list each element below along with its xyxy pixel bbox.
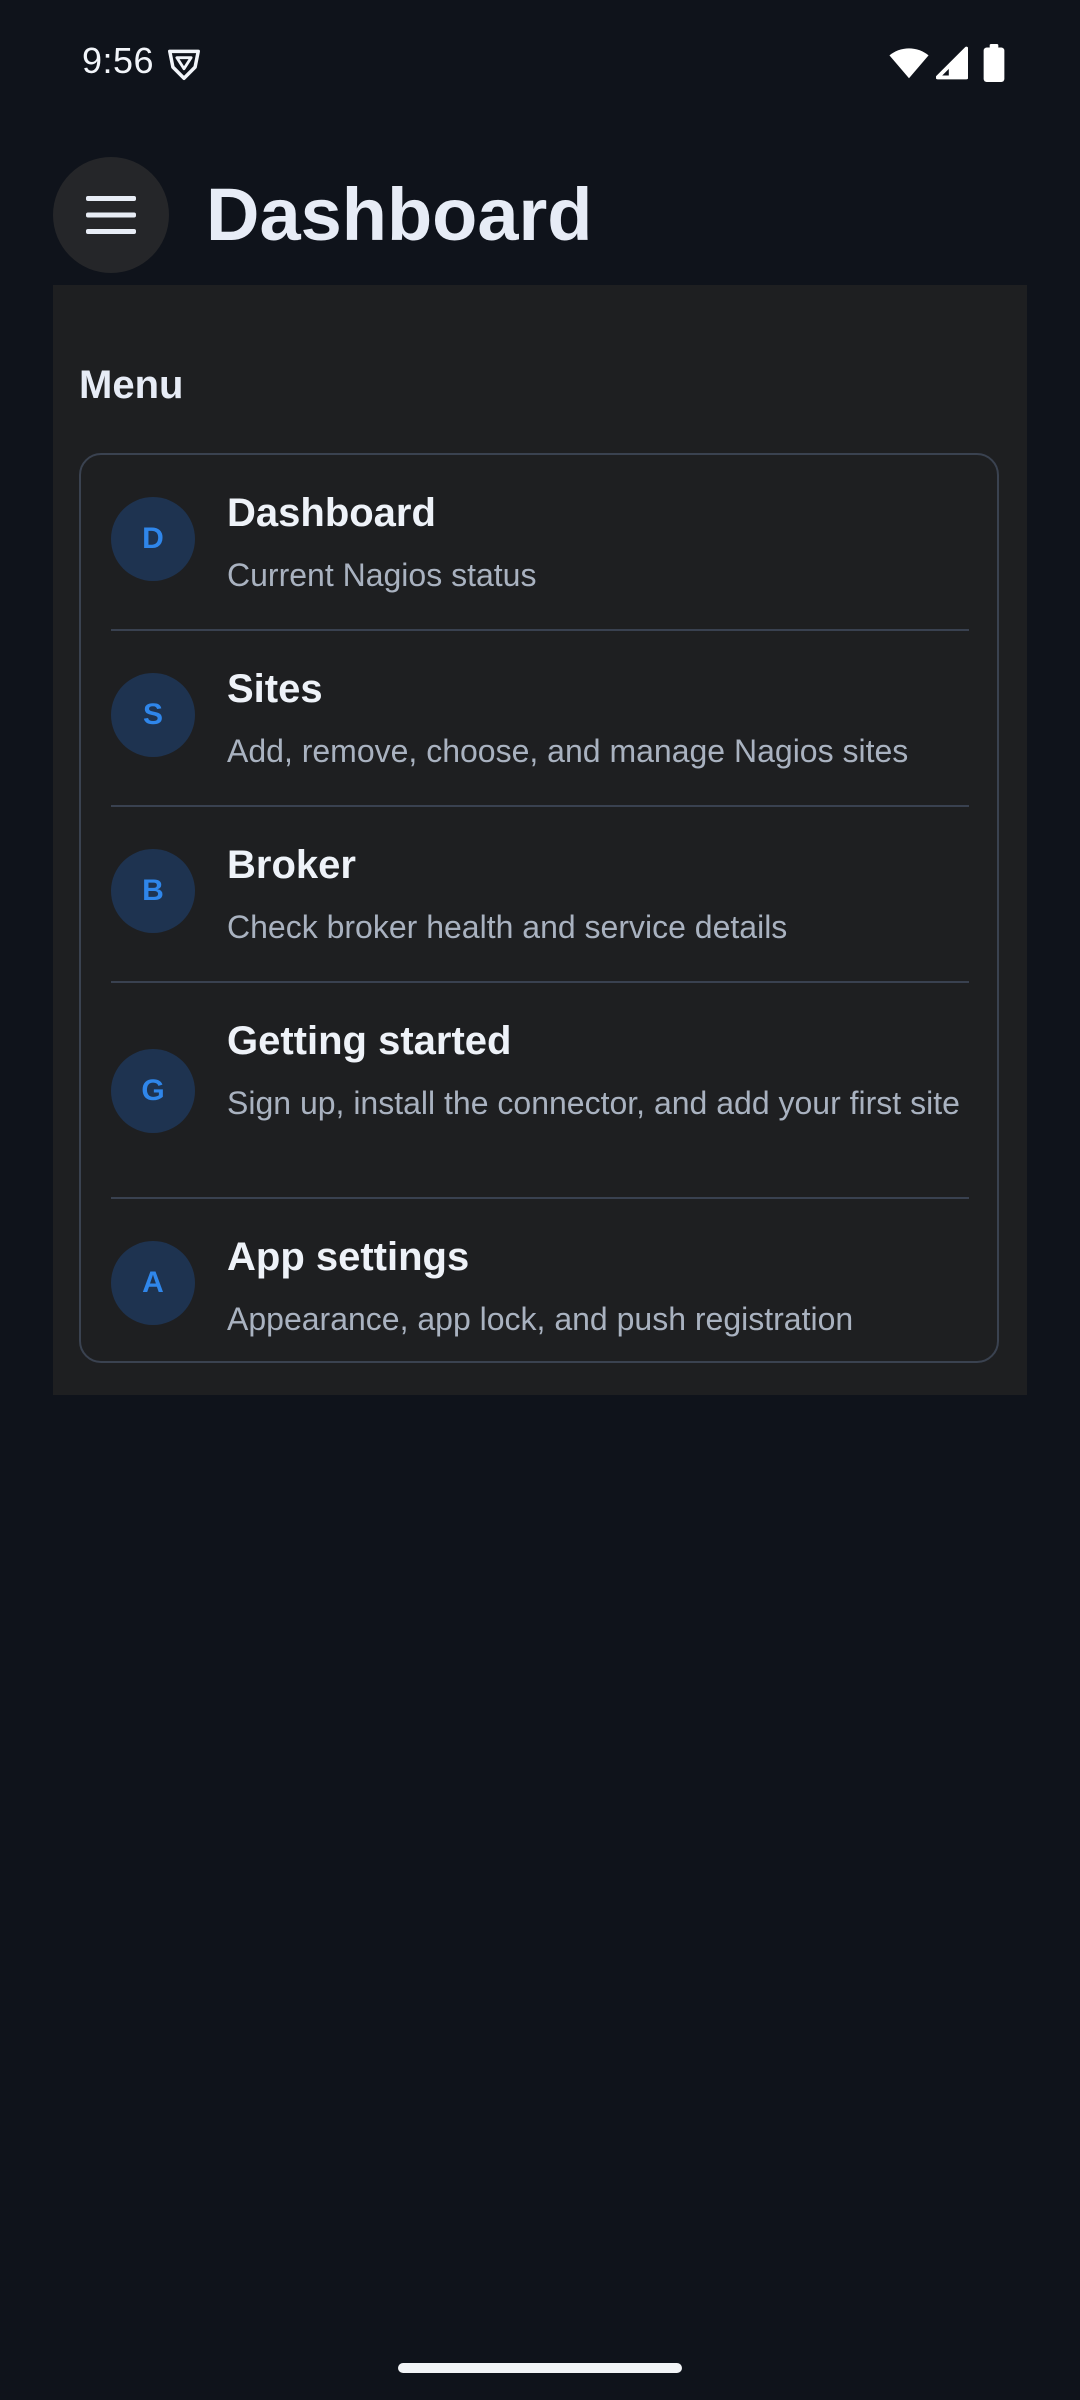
menu-item-title: Broker [227,843,356,887]
menu-heading: Menu [79,363,184,407]
menu-item-title: App settings [227,1235,470,1279]
menu-item-broker[interactable]: B Broker Check broker health and service… [81,807,997,981]
menu-item-title: Dashboard [227,491,436,535]
status-bar: 9:56 [0,0,1080,120]
menu-item-title: Getting started [227,1019,512,1063]
avatar: S [111,673,195,757]
wifi-icon [889,48,929,79]
menu-item-subtitle: Sign up, install the connector, and add … [227,1085,960,1121]
menu-item-getting-started[interactable]: G Getting started Sign up, install the c… [81,983,997,1197]
menu-item-sites[interactable]: S Sites Add, remove, choose, and manage … [81,631,997,805]
shield-icon [168,49,200,80]
menu-panel: Menu D Dashboard Current Nagios status S… [53,285,1027,1395]
menu-item-subtitle: Add, remove, choose, and manage Nagios s… [227,733,909,769]
menu-button[interactable] [53,157,169,273]
menu-item-subtitle: Appearance, app lock, and push registrat… [227,1301,854,1337]
battery-icon [983,44,1005,82]
menu-card: D Dashboard Current Nagios status S Site… [79,453,999,1363]
menu-item-subtitle: Check broker health and service details [227,909,788,945]
page-title: Dashboard [206,173,593,256]
menu-item-app-settings[interactable]: A App settings Appearance, app lock, and… [81,1199,997,1361]
avatar: A [111,1241,195,1325]
menu-item-dashboard[interactable]: D Dashboard Current Nagios status [81,455,997,629]
menu-item-title: Sites [227,667,323,711]
hamburger-menu-icon [86,196,136,234]
home-indicator[interactable] [398,2363,682,2373]
avatar: G [111,1049,195,1133]
avatar: D [111,497,195,581]
avatar: B [111,849,195,933]
menu-item-subtitle: Current Nagios status [227,557,537,593]
cell-signal-icon [936,46,968,80]
status-time: 9:56 [82,40,155,81]
